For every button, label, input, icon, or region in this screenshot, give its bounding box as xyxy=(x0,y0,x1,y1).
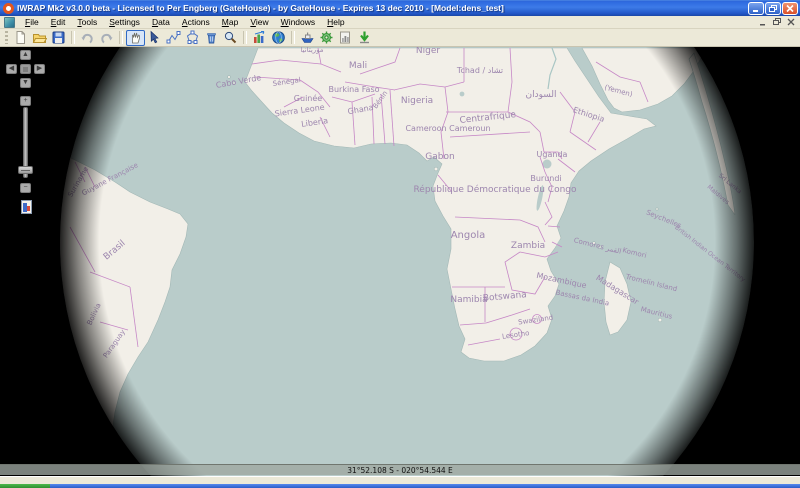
start-button[interactable] xyxy=(0,484,50,488)
pan-tool-button[interactable] xyxy=(126,30,145,46)
zoom-slider-handle[interactable] xyxy=(18,166,33,174)
zoom-in-button[interactable]: + xyxy=(20,96,31,106)
toolbar-separator xyxy=(243,31,247,44)
pan-right-button[interactable]: ▶ xyxy=(34,64,45,74)
toolbar-separator xyxy=(71,31,75,44)
application-window: IWRAP Mk2 v3.0.0 beta - Licensed to Per … xyxy=(0,0,800,486)
coordinate-status-bar: 31°52.108 S - 020°54.544 E xyxy=(0,464,800,475)
menu-settings[interactable]: Settings xyxy=(103,16,146,28)
mdi-minimize-button[interactable] xyxy=(757,17,770,27)
menu-bar: FileEditToolsSettingsDataActionsMapViewW… xyxy=(0,16,800,29)
import-button[interactable] xyxy=(355,30,374,46)
save-button[interactable] xyxy=(49,30,68,46)
menu-view[interactable]: View xyxy=(244,16,274,28)
polygon-icon xyxy=(185,30,200,45)
select-arrow-icon xyxy=(147,30,162,45)
globe-map[interactable]: NigerMaliموريتانياCabo VerdeTchad / تشاد… xyxy=(0,47,800,476)
redo-button[interactable] xyxy=(97,30,116,46)
menu-tools[interactable]: Tools xyxy=(71,16,103,28)
chart-button[interactable] xyxy=(250,30,269,46)
save-icon xyxy=(51,30,66,45)
polyline-icon xyxy=(166,30,181,45)
polyline-tool-button[interactable] xyxy=(164,30,183,46)
report-button[interactable] xyxy=(336,30,355,46)
menu-help[interactable]: Help xyxy=(321,16,350,28)
taskbar-strip xyxy=(50,484,800,488)
menu-data[interactable]: Data xyxy=(146,16,176,28)
pan-hand-icon xyxy=(128,30,143,45)
import-arrow-icon xyxy=(357,30,372,45)
select-tool-button[interactable] xyxy=(145,30,164,46)
ship-icon xyxy=(300,30,315,45)
toolbar-separator xyxy=(291,31,295,44)
delete-tool-button[interactable] xyxy=(202,30,221,46)
new-button[interactable] xyxy=(11,30,30,46)
settings-button[interactable] xyxy=(317,30,336,46)
globe-button[interactable] xyxy=(269,30,288,46)
new-icon xyxy=(13,30,28,45)
polygon-tool-button[interactable] xyxy=(183,30,202,46)
pan-center-button[interactable] xyxy=(20,64,31,74)
open-button[interactable] xyxy=(30,30,49,46)
redo-icon xyxy=(99,30,114,45)
chart-icon xyxy=(252,30,267,45)
zoom-tool-button[interactable] xyxy=(221,30,240,46)
app-icon xyxy=(3,3,14,14)
mdi-close-button[interactable] xyxy=(785,17,798,27)
toolbar-separator xyxy=(119,31,123,44)
window-bottom-border xyxy=(0,476,800,484)
open-folder-icon xyxy=(32,30,47,45)
zoom-magnifier-icon xyxy=(223,30,238,45)
menu-file[interactable]: File xyxy=(19,16,45,28)
window-title: IWRAP Mk2 v3.0.0 beta - Licensed to Per … xyxy=(17,3,747,13)
pan-up-button[interactable]: ▲ xyxy=(20,50,31,60)
globe-edge-fade xyxy=(45,47,769,476)
taskbar xyxy=(0,484,800,488)
delete-icon xyxy=(204,30,219,45)
mdi-restore-button[interactable] xyxy=(771,17,784,27)
toolbar xyxy=(0,29,800,47)
layer-switcher-icon[interactable] xyxy=(21,200,32,214)
undo-button[interactable] xyxy=(78,30,97,46)
zoom-out-button[interactable]: − xyxy=(20,183,31,193)
globe-icon xyxy=(271,30,286,45)
cursor-coordinates: 31°52.108 S - 020°54.544 E xyxy=(347,466,453,475)
pan-down-button[interactable]: ▼ xyxy=(20,78,31,88)
toolbar-grip xyxy=(5,31,8,44)
gear-icon xyxy=(319,30,334,45)
title-bar: IWRAP Mk2 v3.0.0 beta - Licensed to Per … xyxy=(0,0,800,16)
undo-icon xyxy=(80,30,95,45)
menu-map[interactable]: Map xyxy=(216,16,245,28)
minimize-button[interactable] xyxy=(748,2,764,15)
menu-edit[interactable]: Edit xyxy=(45,16,72,28)
menu-actions[interactable]: Actions xyxy=(176,16,216,28)
traffic-button[interactable] xyxy=(298,30,317,46)
menu-windows[interactable]: Windows xyxy=(275,16,322,28)
close-button[interactable] xyxy=(782,2,798,15)
child-window-icon[interactable] xyxy=(4,17,15,28)
map-viewport[interactable]: NigerMaliموريتانياCabo VerdeTchad / تشاد… xyxy=(0,47,800,476)
pan-left-button[interactable]: ◀ xyxy=(6,64,17,74)
restore-button[interactable] xyxy=(765,2,781,15)
report-icon xyxy=(338,30,353,45)
